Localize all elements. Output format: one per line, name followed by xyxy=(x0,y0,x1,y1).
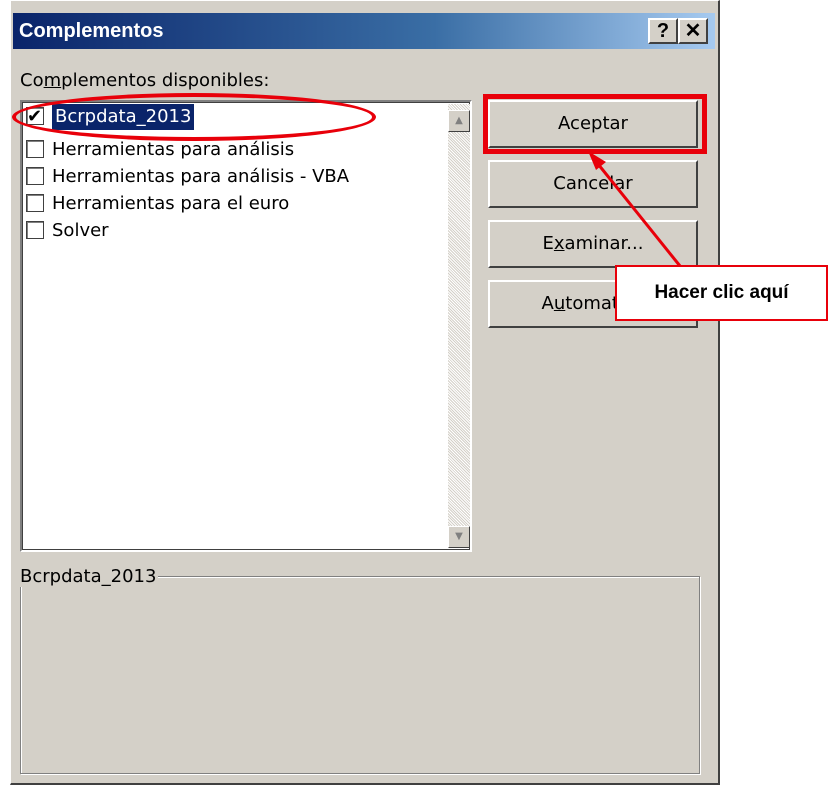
scroll-up-button[interactable]: ▲ xyxy=(448,110,470,132)
description-groupbox xyxy=(20,576,700,774)
close-icon: ✕ xyxy=(684,20,702,42)
available-addins-label: Complementos disponibles: xyxy=(20,70,270,91)
help-button[interactable]: ? xyxy=(648,18,678,44)
arrow-up-icon: ▲ xyxy=(455,115,463,126)
addin-checkbox[interactable] xyxy=(26,194,44,212)
list-item-label: Herramientas para análisis xyxy=(52,139,295,160)
vertical-scrollbar[interactable]: ▲ ▼ xyxy=(448,104,470,548)
arrow-down-icon: ▼ xyxy=(455,531,463,542)
help-icon: ? xyxy=(656,20,670,42)
list-item[interactable]: Solver xyxy=(26,218,426,244)
close-button[interactable]: ✕ xyxy=(678,18,708,44)
scroll-down-button[interactable]: ▼ xyxy=(448,526,470,548)
browse-button[interactable]: Examinar... xyxy=(488,220,698,268)
dialog-title: Complementos xyxy=(19,20,164,42)
list-item[interactable]: Herramientas para análisis xyxy=(26,137,426,163)
addin-checkbox[interactable] xyxy=(26,167,44,185)
description-group-label: Bcrpdata_2013 xyxy=(18,566,159,587)
title-bar[interactable]: Complementos ? ✕ xyxy=(13,13,715,49)
list-item-label: Herramientas para análisis - VBA xyxy=(52,166,350,187)
addins-listbox[interactable]: ✔ Bcrpdata_2013 Herramientas para anális… xyxy=(20,100,472,552)
addin-checkbox[interactable] xyxy=(26,140,44,158)
highlight-ellipse xyxy=(12,93,376,141)
cancel-button[interactable]: Cancelar xyxy=(488,160,698,208)
list-item[interactable]: Herramientas para el euro xyxy=(26,191,426,217)
highlight-rectangle xyxy=(483,94,707,154)
callout-box: Hacer clic aquí xyxy=(615,265,828,321)
list-item[interactable]: Herramientas para análisis - VBA xyxy=(26,164,426,190)
addin-checkbox[interactable] xyxy=(26,221,44,239)
list-item-label: Solver xyxy=(52,220,109,241)
list-item-label: Herramientas para el euro xyxy=(52,193,290,214)
